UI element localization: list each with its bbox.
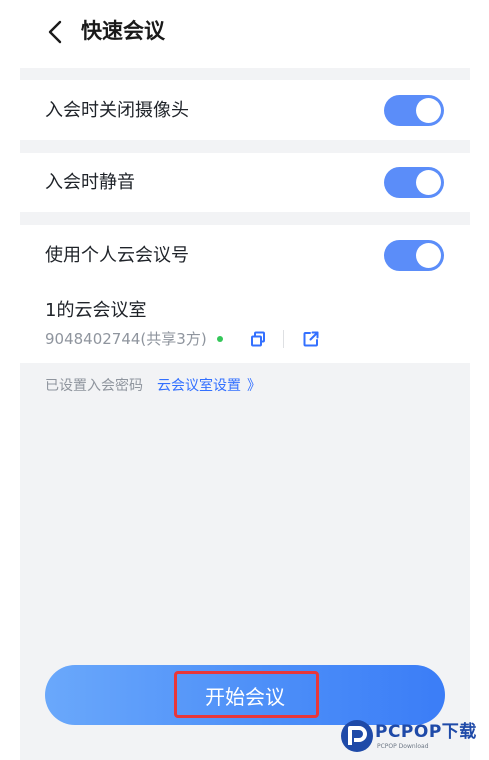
section-divider bbox=[20, 212, 470, 225]
setting-row-camera-off: 入会时关闭摄像头 bbox=[20, 80, 470, 140]
setting-label: 入会时关闭摄像头 bbox=[45, 100, 189, 121]
room-settings-link[interactable]: 云会议室设置 》 bbox=[157, 376, 261, 396]
password-hint: 已设置入会密码 bbox=[45, 378, 143, 394]
toggle-knob bbox=[416, 170, 441, 195]
copy-icon[interactable] bbox=[249, 330, 267, 348]
quick-meeting-screen: 快速会议 入会时关闭摄像头 入会时静音 使用个人云会议号 1的云会议室 9048… bbox=[0, 0, 489, 760]
chevron-left-icon bbox=[48, 20, 62, 44]
room-settings-label: 云会议室设置 bbox=[157, 378, 241, 394]
icon-divider bbox=[282, 330, 284, 348]
toggle-knob bbox=[416, 98, 441, 123]
room-name: 1的云会议室 bbox=[45, 300, 147, 321]
online-status-dot bbox=[216, 336, 223, 342]
share-icon[interactable] bbox=[302, 330, 320, 348]
watermark-subtext: PCPOP Download bbox=[377, 743, 429, 750]
setting-label: 使用个人云会议号 bbox=[45, 245, 189, 266]
pcpop-logo-icon bbox=[341, 720, 373, 752]
room-id-line: 9048402744(共享3方) bbox=[45, 328, 320, 350]
page-title: 快速会议 bbox=[81, 19, 165, 43]
room-id: 9048402744(共享3方) bbox=[45, 330, 207, 348]
section-divider bbox=[20, 68, 470, 80]
toggle-knob bbox=[416, 243, 441, 268]
setting-row-mute: 入会时静音 bbox=[20, 153, 470, 212]
password-line: 已设置入会密码 云会议室设置 》 bbox=[45, 376, 261, 396]
double-chevron-right-icon: 》 bbox=[247, 378, 261, 394]
watermark-text: PCPOP下载 bbox=[375, 722, 477, 742]
setting-label: 入会时静音 bbox=[45, 172, 135, 193]
header: 快速会议 bbox=[0, 0, 489, 64]
watermark: PCPOP下载 PCPOP Download bbox=[339, 716, 489, 760]
mute-toggle[interactable] bbox=[384, 167, 444, 198]
personal-id-toggle[interactable] bbox=[384, 240, 444, 271]
back-button[interactable] bbox=[40, 16, 72, 48]
camera-off-toggle[interactable] bbox=[384, 95, 444, 126]
section-divider bbox=[20, 140, 470, 153]
